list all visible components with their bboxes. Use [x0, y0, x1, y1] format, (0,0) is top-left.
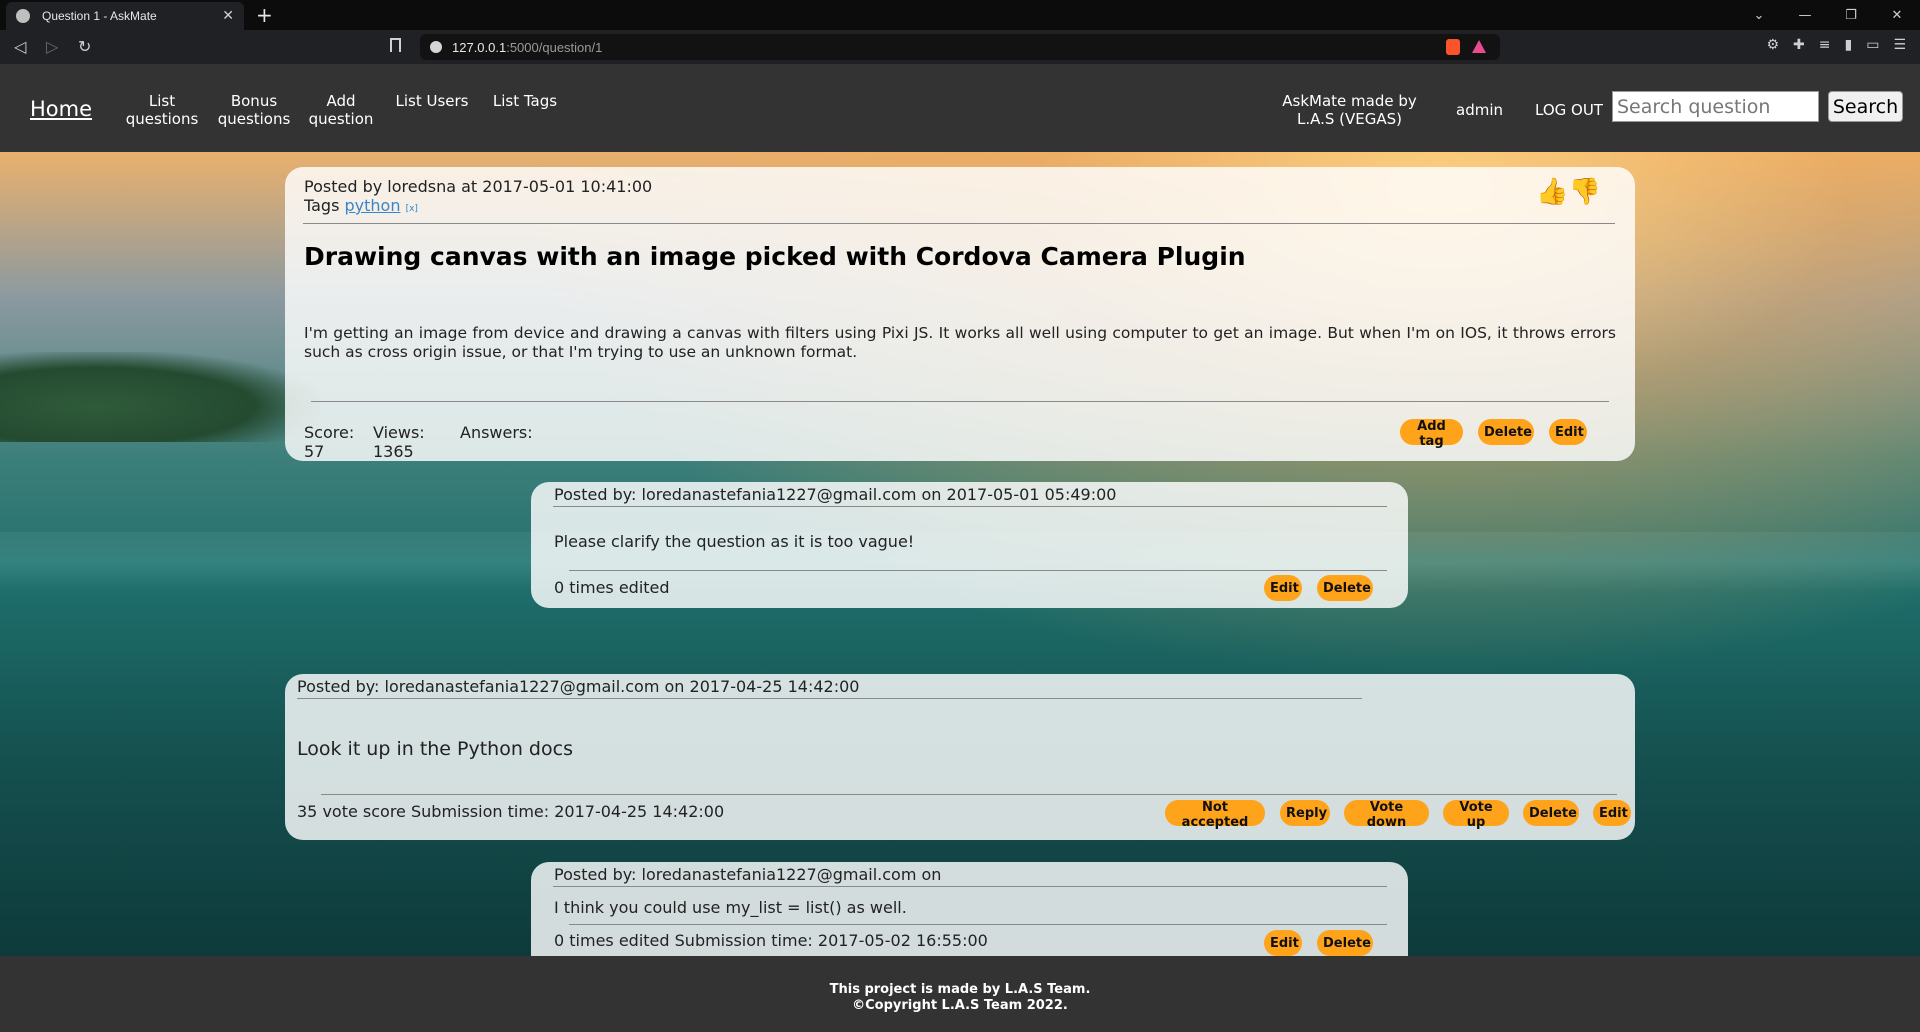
- answer-text: Look it up in the Python docs: [297, 738, 573, 760]
- sidebar-icon[interactable]: ▮: [1844, 37, 1852, 53]
- nav-list-questions[interactable]: List questions: [117, 92, 207, 128]
- vote-down-button[interactable]: Vote down: [1344, 800, 1429, 830]
- answer-posted-by: Posted by: loredanastefania1227@gmail.co…: [297, 677, 860, 696]
- navbar: Home List questions Bonus questions Add …: [0, 64, 1920, 152]
- url-path: :5000/question/1: [506, 39, 603, 55]
- reload-icon[interactable]: ↻: [78, 37, 91, 56]
- logout-link[interactable]: LOG OUT: [1535, 101, 1603, 119]
- divider: [321, 794, 1617, 795]
- answers-stat: Answers:: [460, 423, 533, 442]
- score-value: 57: [304, 442, 325, 461]
- extensions-icon[interactable]: ✚: [1793, 37, 1805, 53]
- window-controls: ⌄ — ❐ ✕: [1736, 0, 1920, 30]
- bookmark-icon[interactable]: [390, 38, 401, 52]
- thumbs-down-icon[interactable]: 👎: [1569, 177, 1601, 207]
- nav-list-users[interactable]: List Users: [387, 92, 477, 110]
- answer-comment-edited: 0 times edited Submission time: 2017-05-…: [554, 931, 988, 950]
- minimize-icon[interactable]: —: [1782, 8, 1828, 23]
- footer-line-1: This project is made by L.A.S Team.: [829, 982, 1091, 997]
- address-bar[interactable]: 127.0.0.1 :5000/question/1: [420, 34, 1500, 60]
- divider: [297, 698, 1362, 699]
- delete-answer-button[interactable]: Delete: [1523, 800, 1579, 826]
- back-icon[interactable]: ◁: [14, 37, 26, 56]
- divider: [569, 924, 1387, 925]
- views-stat: Views: 1365: [373, 423, 425, 461]
- answers-label: Answers:: [460, 423, 533, 442]
- browser-tab[interactable]: Question 1 - AskMate ✕: [6, 2, 244, 30]
- edit-comment-button[interactable]: Edit: [1264, 575, 1302, 601]
- edit-answer-button[interactable]: Edit: [1593, 800, 1631, 826]
- close-tab-icon[interactable]: ✕: [222, 8, 234, 24]
- delete-answer-comment-button[interactable]: Delete: [1317, 930, 1373, 956]
- delete-comment-button[interactable]: Delete: [1317, 575, 1373, 601]
- globe-icon: [16, 9, 30, 23]
- footer-line-2: ©Copyright L.A.S Team 2022.: [852, 998, 1068, 1013]
- comment-edited: 0 times edited: [554, 578, 670, 597]
- reply-button[interactable]: Reply: [1280, 800, 1330, 826]
- browser-tabbar: Question 1 - AskMate ✕ + ⌄ — ❐ ✕: [0, 0, 1920, 30]
- url-host: 127.0.0.1: [452, 39, 507, 55]
- question-body: I'm getting an image from device and dra…: [304, 324, 1616, 361]
- score-stat: Score: 57: [304, 423, 354, 461]
- page: Home List questions Bonus questions Add …: [0, 64, 1920, 1032]
- divider: [303, 223, 1615, 224]
- nav-list-tags[interactable]: List Tags: [480, 92, 570, 110]
- new-tab-icon[interactable]: +: [256, 3, 273, 27]
- tags-label: Tags: [304, 196, 340, 215]
- nav-add-question[interactable]: Add question: [296, 92, 386, 128]
- comment-posted-by: Posted by: loredanastefania1227@gmail.co…: [554, 485, 1117, 504]
- brave-shields-icon[interactable]: [1446, 39, 1460, 55]
- playlist-icon[interactable]: ≡: [1819, 37, 1831, 53]
- question-meta: Posted by loredsna at 2017-05-01 10:41:0…: [304, 177, 652, 219]
- divider: [569, 570, 1387, 571]
- answer-comment-card: Posted by: loredanastefania1227@gmail.co…: [531, 862, 1408, 956]
- question-card: Posted by loredsna at 2017-05-01 10:41:0…: [285, 167, 1635, 461]
- add-tag-button[interactable]: Add tag: [1400, 419, 1463, 449]
- remove-tag-link[interactable]: [x]: [406, 204, 418, 214]
- answer-comment-text: I think you could use my_list = list() a…: [554, 898, 907, 917]
- score-label: Score:: [304, 423, 355, 442]
- answer-comment-posted-by: Posted by: loredanastefania1227@gmail.co…: [554, 865, 942, 884]
- answer-card: Posted by: loredanastefania1227@gmail.co…: [285, 674, 1635, 840]
- comment-text: Please clarify the question as it is too…: [554, 532, 915, 551]
- thumbs-up-icon[interactable]: 👍: [1536, 177, 1568, 207]
- footer: This project is made by L.A.S Team. ©Cop…: [0, 956, 1920, 1032]
- divider: [311, 401, 1609, 402]
- edit-question-button[interactable]: Edit: [1549, 419, 1587, 445]
- search-input[interactable]: [1612, 91, 1819, 122]
- extension-icons: ⚙ ✚ ≡ ▮ ▭ ☰: [1766, 37, 1906, 53]
- tag-link-python[interactable]: python: [345, 196, 401, 215]
- maximize-icon[interactable]: ❐: [1828, 8, 1874, 23]
- tab-title: Question 1 - AskMate: [42, 9, 157, 23]
- vote-up-button[interactable]: Vote up: [1443, 800, 1509, 830]
- forward-icon[interactable]: ▷: [46, 37, 58, 56]
- edit-answer-comment-button[interactable]: Edit: [1264, 930, 1302, 956]
- made-by-text: AskMate made by L.A.S (VEGAS): [1282, 92, 1417, 128]
- not-accepted-button[interactable]: Not accepted: [1165, 800, 1265, 830]
- question-title: Drawing canvas with an image picked with…: [304, 242, 1246, 271]
- content-area: Posted by loredsna at 2017-05-01 10:41:0…: [0, 152, 1920, 956]
- divider: [553, 886, 1387, 887]
- nav-home-link[interactable]: Home: [30, 97, 92, 121]
- wallet-icon[interactable]: ▭: [1866, 37, 1879, 53]
- chevron-down-icon[interactable]: ⌄: [1736, 8, 1782, 23]
- nav-bonus-questions[interactable]: Bonus questions: [209, 92, 299, 128]
- close-window-icon[interactable]: ✕: [1874, 8, 1920, 23]
- question-posted-by: Posted by loredsna at 2017-05-01 10:41:0…: [304, 177, 653, 196]
- vote-icons: 👍👎: [1536, 177, 1601, 207]
- background-island: [0, 352, 320, 442]
- delete-question-button[interactable]: Delete: [1478, 419, 1534, 445]
- info-icon[interactable]: [430, 41, 442, 53]
- brave-rewards-icon[interactable]: [1472, 40, 1486, 53]
- question-comment-card: Posted by: loredanastefania1227@gmail.co…: [531, 482, 1408, 608]
- browser-toolbar: ◁ ▷ ↻ 127.0.0.1 :5000/question/1 ⚙ ✚ ≡ ▮…: [0, 30, 1920, 64]
- search-button[interactable]: Search: [1828, 91, 1903, 122]
- menu-icon[interactable]: ☰: [1893, 37, 1906, 53]
- divider: [553, 506, 1387, 507]
- nav-user-link[interactable]: admin: [1456, 101, 1503, 119]
- vpn-icon[interactable]: ⚙: [1766, 37, 1779, 53]
- answer-footer: 35 vote score Submission time: 2017-04-2…: [297, 802, 725, 821]
- views-label: Views:: [373, 423, 425, 442]
- views-value: 1365: [373, 442, 414, 461]
